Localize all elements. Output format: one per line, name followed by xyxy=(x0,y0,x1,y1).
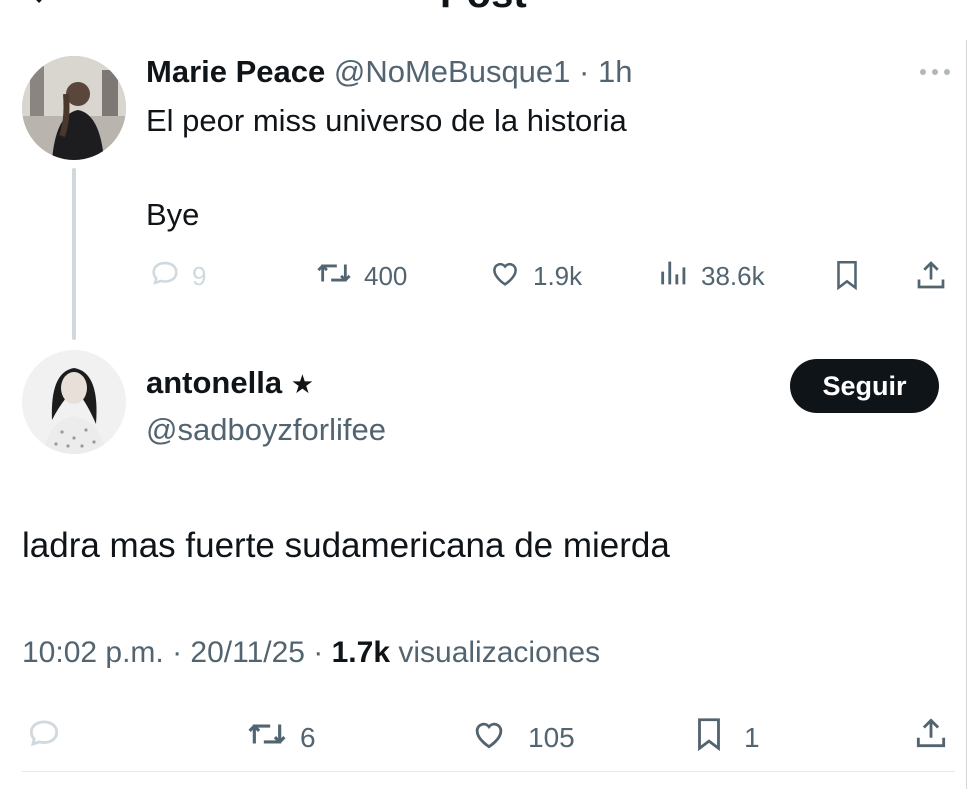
star-badge: ★ xyxy=(290,369,315,399)
reply-icon[interactable] xyxy=(24,714,64,757)
main-tweet-meta: 10:02 p.m. · 20/11/25 · 1.7k visualizaci… xyxy=(22,636,600,670)
repost-count: 400 xyxy=(364,261,408,291)
like-icon xyxy=(468,715,510,760)
parent-tweet-text-line2: Bye xyxy=(146,197,200,232)
main-tweet-name-row: antonella ★ xyxy=(146,365,314,401)
like-count: 105 xyxy=(528,721,575,753)
like-action[interactable]: 105 xyxy=(468,715,575,760)
reply-action[interactable]: 9 xyxy=(148,256,206,297)
follow-button[interactable]: Seguir xyxy=(790,359,939,413)
bookmark-icon[interactable] xyxy=(830,257,864,298)
more-icon[interactable] xyxy=(918,62,952,87)
parent-handle[interactable]: @NoMeBusque1 xyxy=(334,54,571,89)
views-count: 38.6k xyxy=(701,261,765,291)
share-icon[interactable] xyxy=(912,713,950,758)
bookmark-action[interactable]: 1 xyxy=(690,714,760,761)
page-title: Post xyxy=(440,0,527,17)
parent-tweet-header: Marie Peace @NoMeBusque1 · 1h xyxy=(146,54,632,90)
repost-action[interactable]: 6 xyxy=(244,715,316,760)
repost-icon xyxy=(314,256,354,297)
back-arrow-icon[interactable] xyxy=(22,0,62,15)
parent-display-name[interactable]: Marie Peace xyxy=(146,54,325,89)
reply-icon xyxy=(148,256,182,297)
views-count-bold[interactable]: 1.7k xyxy=(332,636,390,669)
like-count: 1.9k xyxy=(533,261,583,291)
thread-line xyxy=(72,168,76,340)
repost-icon xyxy=(244,715,290,760)
like-action[interactable]: 1.9k xyxy=(487,256,582,297)
avatar[interactable] xyxy=(22,350,126,454)
bookmark-count: 1 xyxy=(744,721,760,753)
parent-tweet-text-line1: El peor miss universo de la historia xyxy=(146,103,627,138)
main-handle[interactable]: @sadboyzforlifee xyxy=(146,412,386,448)
timestamp[interactable]: 10:02 p.m. · 20/11/25 · xyxy=(22,636,332,669)
repost-count: 6 xyxy=(300,721,316,753)
divider xyxy=(22,771,955,772)
like-icon xyxy=(487,256,523,297)
views-action[interactable]: 38.6k xyxy=(657,256,765,297)
bookmark-icon xyxy=(690,714,728,761)
screen-edge xyxy=(966,40,967,789)
share-icon[interactable] xyxy=(913,257,949,298)
views-icon xyxy=(657,256,691,297)
repost-action[interactable]: 400 xyxy=(314,256,407,297)
main-display-name[interactable]: antonella xyxy=(146,365,282,400)
views-label[interactable]: visualizaciones xyxy=(390,636,600,669)
reply-count: 9 xyxy=(192,261,207,291)
avatar[interactable] xyxy=(22,56,126,160)
main-tweet-text: ladra mas fuerte sudamericana de mierda xyxy=(22,526,670,565)
parent-time[interactable]: · 1h xyxy=(579,54,632,89)
